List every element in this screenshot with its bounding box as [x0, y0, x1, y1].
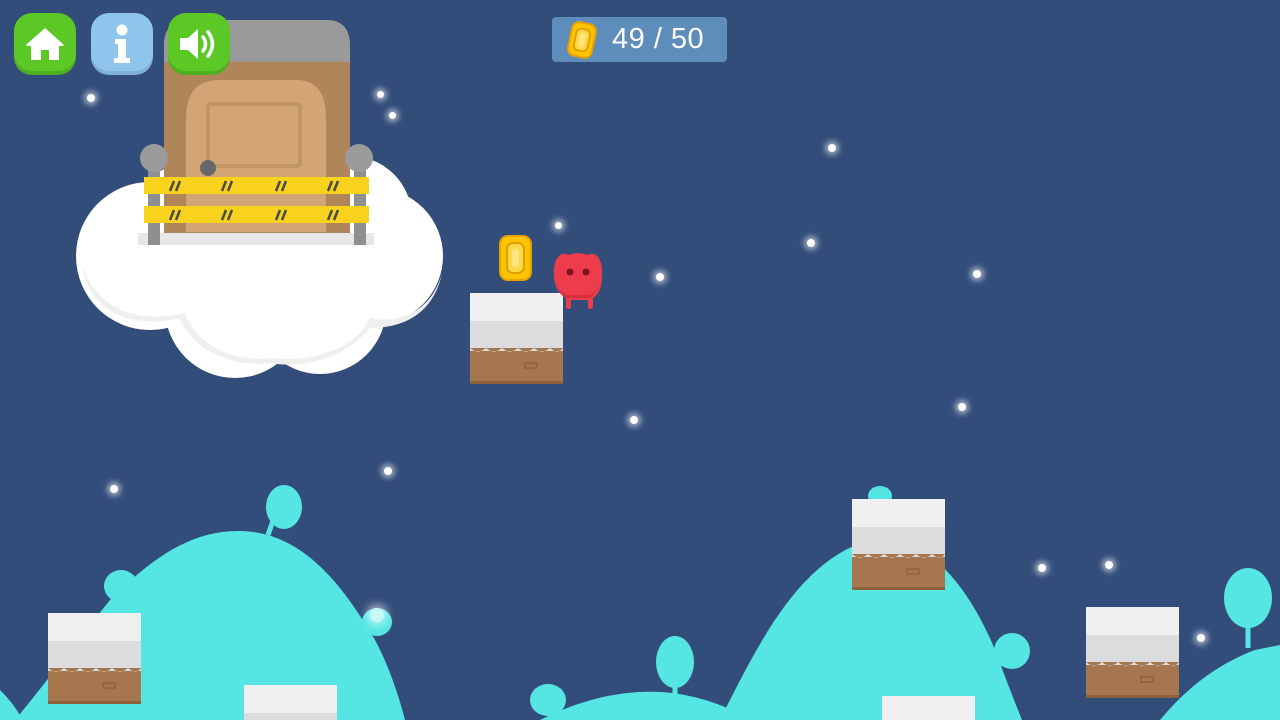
coin-count-text: 49 / 50 [612, 23, 705, 55]
player-character [553, 253, 603, 309]
info-button[interactable] [91, 13, 153, 75]
speaker-icon [180, 29, 215, 59]
snow-block-platform [48, 613, 141, 704]
snowflake [110, 485, 118, 493]
snowflake [1105, 561, 1113, 569]
game-scene: 49 / 50 [0, 0, 1280, 720]
snowflake [1038, 564, 1046, 572]
home-icon [26, 28, 64, 60]
snowflake [828, 144, 836, 152]
snow-block-platform [244, 685, 337, 720]
snowflake [630, 416, 638, 424]
info-icon [114, 24, 130, 63]
home-button[interactable] [14, 13, 76, 75]
coin-icon [499, 235, 532, 281]
snowflake [384, 467, 392, 475]
snowflake [656, 273, 664, 281]
snowflake [958, 403, 966, 411]
snowflake [1197, 634, 1205, 642]
snowflake [973, 270, 981, 278]
sound-button[interactable] [168, 13, 230, 75]
snow-block-platform [1086, 607, 1179, 698]
coin-icon [562, 20, 602, 60]
snowflake [807, 239, 815, 247]
snowflake [555, 222, 562, 229]
snow-block-platform [852, 499, 945, 590]
snow-block-platform [470, 293, 563, 384]
coin-counter: 49 / 50 [551, 16, 728, 63]
snow-block-platform [882, 696, 975, 720]
snowflake [370, 608, 384, 622]
